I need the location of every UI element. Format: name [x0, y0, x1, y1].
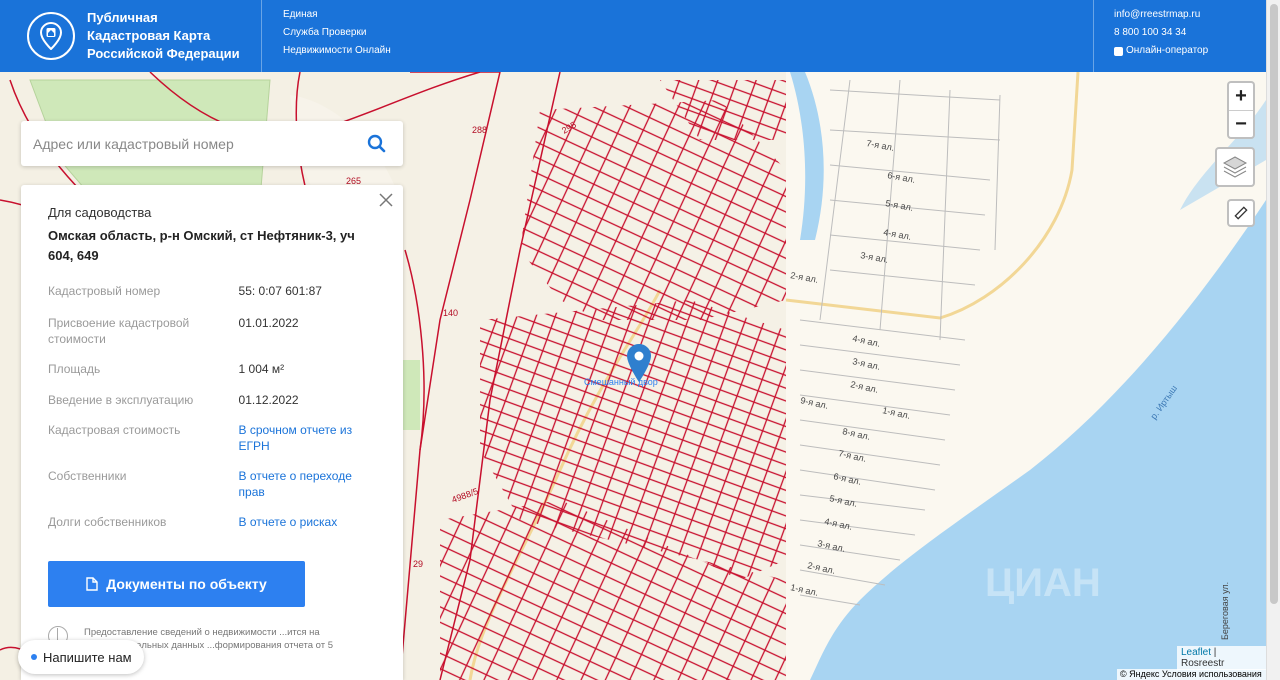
map-pin-house-icon [27, 12, 75, 60]
map-label-288: 288 [472, 125, 487, 135]
object-address: Омская область, р-н Омский, ст Нефтяник-… [48, 228, 355, 263]
logo-title-line2: Кадастровая Карта [87, 28, 211, 43]
detail-key: Кадастровый номер [48, 284, 161, 298]
street-label: Береговая ул. [1220, 582, 1230, 640]
logo[interactable]: Публичная Кадастровая Карта Российской Ф… [0, 0, 262, 72]
tagline-line1: Единая [283, 9, 318, 20]
attribution-separator: | [1211, 647, 1217, 658]
header: Публичная Кадастровая Карта Российской Ф… [0, 0, 1266, 72]
location-marker-icon[interactable] [627, 344, 651, 387]
scrollbar[interactable] [1266, 0, 1280, 680]
tagline: Единая Служба Проверки Недвижимости Онла… [262, 0, 1094, 72]
detail-key: Присвоение кадастровой стоимости [48, 316, 190, 346]
contacts: info@rreestrmap.ru 8 800 100 34 34 Онлай… [1094, 0, 1208, 72]
contact-phone[interactable]: 8 800 100 34 34 [1114, 24, 1208, 42]
detail-row: Введение в эксплуатацию 01.12.2022 [48, 392, 376, 422]
map-attribution: Leaflet | Rosreestr [1177, 646, 1266, 670]
online-operator-link[interactable]: Онлайн-оператор [1114, 42, 1208, 60]
object-type: Для садоводства [48, 205, 152, 220]
detail-key: Долги собственников [48, 515, 167, 529]
search-input[interactable] [33, 135, 353, 152]
detail-value: 55: 0:07 601:87 [238, 284, 322, 298]
detail-value: 01.12.2022 [238, 393, 299, 407]
zoom-out-button[interactable]: − [1229, 110, 1253, 137]
detail-key: Собственники [48, 469, 127, 483]
zoom-control: + − [1227, 81, 1255, 139]
detail-row: Собственники В отчете о переходе прав [48, 468, 376, 514]
scrollbar-thumb[interactable] [1270, 4, 1278, 604]
detail-row: Присвоение кадастровой стоимости 01.01.2… [48, 315, 376, 361]
contact-email[interactable]: info@rreestrmap.ru [1114, 6, 1208, 24]
object-details: Кадастровый номер 55: 0:07 601:87 Присво… [48, 283, 376, 544]
online-dot-icon [31, 654, 37, 660]
layers-button[interactable] [1215, 147, 1255, 187]
detail-row: Кадастровая стоимость В срочном отчете и… [48, 422, 376, 468]
logo-title-line1: Публичная [87, 10, 158, 25]
cian-watermark: ЦИАН [985, 561, 1101, 605]
object-info-panel: Для садоводства Омская область, р-н Омск… [21, 185, 403, 680]
detail-key: Введение в эксплуатацию [48, 393, 194, 407]
detail-row: Площадь 1 004 м² [48, 361, 376, 392]
tagline-line3: Недвижимости Онлайн [283, 45, 391, 56]
layers-icon [1222, 156, 1248, 178]
map-label-140: 140 [443, 308, 458, 318]
chat-bubble-icon [1114, 46, 1123, 56]
owners-link[interactable]: В отчете о переходе прав [239, 468, 376, 514]
tagline-line2: Служба Проверки [283, 27, 367, 38]
detail-row: Долги собственников В отчете о рисках [48, 514, 376, 544]
document-icon [86, 577, 98, 591]
close-icon[interactable] [378, 192, 394, 208]
cadastral-value-link[interactable]: В срочном отчете из ЕГРН [239, 422, 376, 468]
chat-button-label: Напишите нам [43, 649, 132, 665]
search-box [21, 121, 403, 166]
documents-button[interactable]: Документы по объекту [48, 561, 305, 607]
leaflet-link[interactable]: Leaflet [1181, 647, 1211, 658]
detail-row: Кадастровый номер 55: 0:07 601:87 [48, 283, 376, 315]
yandex-attribution[interactable]: © Яндекс Условия использования [1117, 669, 1266, 680]
detail-key: Кадастровая стоимость [48, 423, 181, 437]
search-icon[interactable] [367, 134, 386, 153]
ruler-icon [1234, 206, 1248, 220]
detail-key: Площадь [48, 362, 101, 376]
debts-link[interactable]: В отчете о рисках [239, 514, 376, 544]
detail-value: 01.01.2022 [238, 316, 299, 330]
documents-button-label: Документы по объекту [106, 576, 267, 592]
detail-value: 1 004 м² [238, 362, 285, 376]
ruler-button[interactable] [1227, 199, 1255, 227]
map-label-4988: 4988/5 [450, 486, 479, 505]
zoom-in-button[interactable]: + [1229, 83, 1253, 110]
map-label-29: 29 [413, 559, 423, 569]
rosreestr-attribution: Rosreestr [1181, 658, 1225, 669]
logo-title-line3: Российской Федерации [87, 46, 240, 61]
chat-button[interactable]: Напишите нам [18, 640, 144, 674]
online-operator-label: Онлайн-оператор [1126, 45, 1209, 56]
